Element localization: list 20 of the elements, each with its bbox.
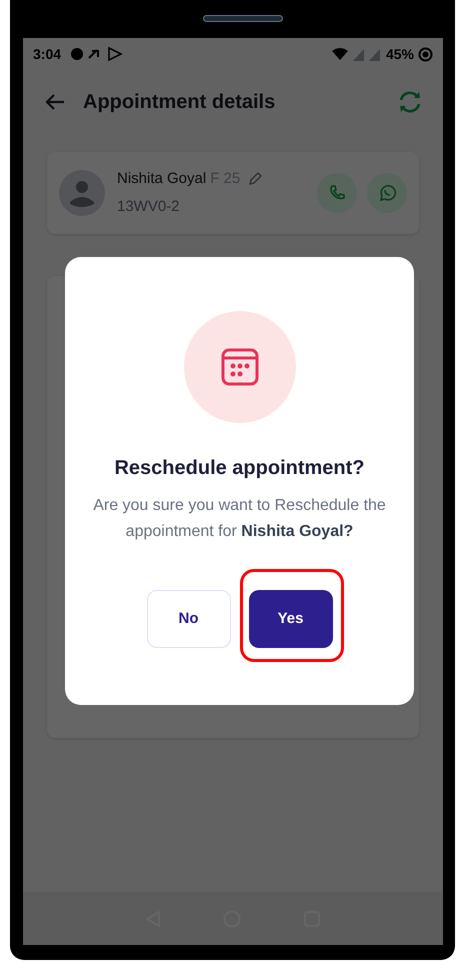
refresh-button[interactable] <box>397 89 423 115</box>
no-sim-icons <box>352 48 382 60</box>
pencil-icon[interactable] <box>248 172 262 186</box>
whatsapp-button[interactable] <box>367 173 407 213</box>
wifi-icon <box>332 48 348 60</box>
status-time: 3:04 <box>33 44 62 64</box>
page-title: Appointment details <box>83 90 276 115</box>
avatar-silhouette <box>59 170 105 216</box>
dialog-title: Reschedule appointment? <box>114 456 365 481</box>
patient-name: Nishita Goyal <box>117 168 206 188</box>
battery-percent: 45% <box>386 44 414 64</box>
chat-bubble-icon <box>378 184 396 202</box>
battery-ring-icon <box>418 46 433 62</box>
confirm-button[interactable]: Yes <box>248 590 332 648</box>
phone-icon <box>328 184 346 202</box>
call-button[interactable] <box>317 173 357 213</box>
dialog-message: Are you sure you want to Reschedule the appointment for Nishita Goyal? <box>92 496 387 542</box>
calendar-icon <box>220 348 258 386</box>
patient-id: 13WV0-2 <box>117 197 181 217</box>
cancel-button[interactable]: No <box>146 590 230 648</box>
